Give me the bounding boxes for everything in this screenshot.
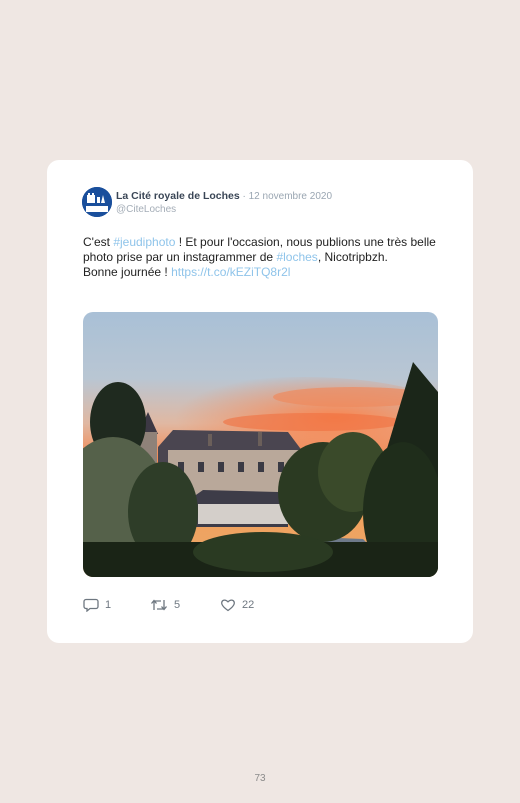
- author-handle[interactable]: @CiteLoches: [116, 203, 332, 216]
- like-count: 22: [242, 599, 255, 611]
- tweet-photo[interactable]: [83, 312, 438, 577]
- tweet-link[interactable]: https://t.co/kEZiTQ8r2l: [171, 265, 290, 279]
- author-name[interactable]: La Cité royale de Loches: [116, 190, 240, 202]
- tweet-card: La Cité royale de Loches · 12 novembre 2…: [47, 160, 473, 643]
- retweet-action[interactable]: 5: [150, 598, 180, 612]
- reply-action[interactable]: 1: [83, 598, 111, 612]
- reply-count: 1: [105, 599, 112, 611]
- text-part: Bonne journée !: [83, 265, 172, 279]
- text-part: , Nicotripbzh.: [317, 250, 388, 264]
- heart-icon[interactable]: [220, 598, 236, 612]
- date-separator: ·: [239, 191, 249, 202]
- like-action[interactable]: 22: [220, 598, 254, 612]
- tweet-date[interactable]: 12 novembre 2020: [249, 191, 332, 202]
- hashtag-loches[interactable]: #loches: [276, 250, 317, 264]
- retweet-count: 5: [174, 599, 181, 611]
- hashtag-jeudiphoto[interactable]: #jeudiphoto: [113, 235, 175, 249]
- avatar[interactable]: [82, 187, 112, 217]
- reply-icon[interactable]: [83, 598, 99, 612]
- tweet-text: C'est #jeudiphoto ! Et pour l'occasion, …: [83, 235, 443, 280]
- page-number: 73: [254, 773, 266, 784]
- retweet-icon[interactable]: [150, 598, 168, 612]
- text-part: C'est: [83, 235, 114, 249]
- tweet-header: La Cité royale de Loches · 12 novembre 2…: [116, 190, 332, 216]
